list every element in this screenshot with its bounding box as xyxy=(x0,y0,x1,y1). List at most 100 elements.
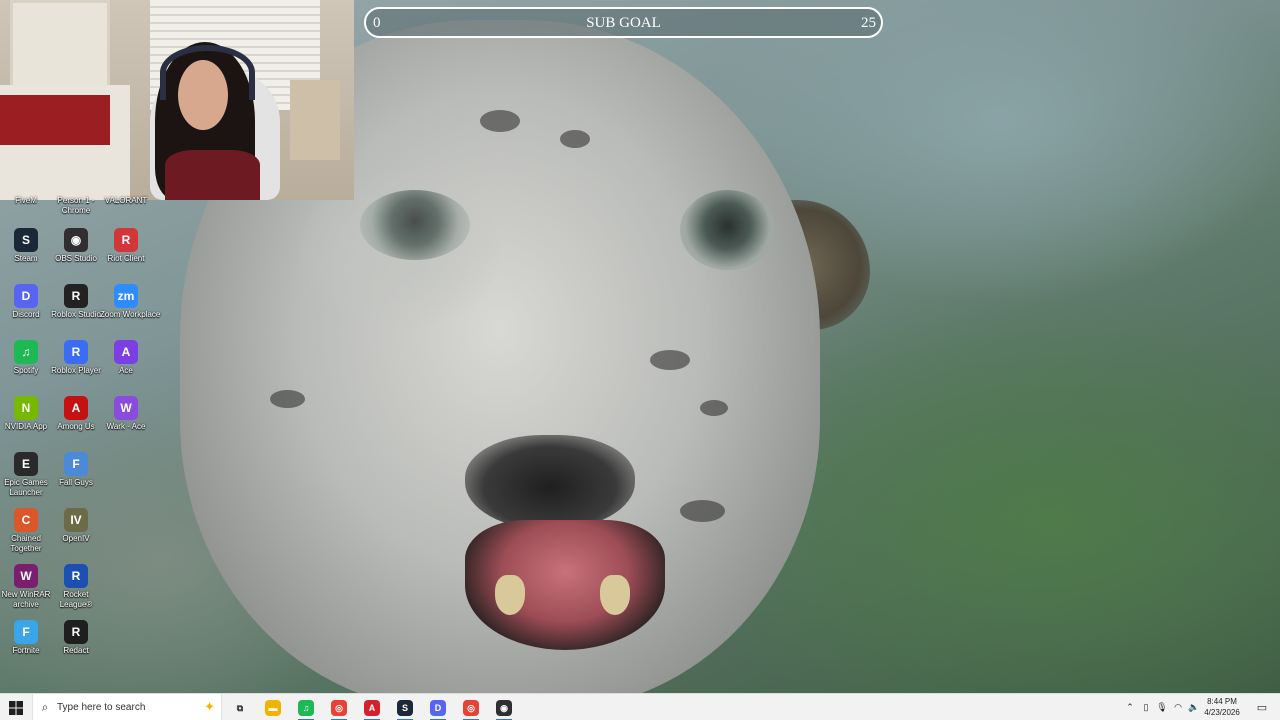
taskbar-app-button[interactable]: ◉ xyxy=(488,694,520,720)
wallpaper-leopard-spot xyxy=(270,390,305,408)
desktop-icon[interactable]: W New WinRAR archive xyxy=(0,564,52,620)
desktop-icon-label-partial[interactable]: VALORANT xyxy=(100,196,152,206)
taskbar-app-button[interactable]: ⧉ xyxy=(224,694,256,720)
taskbar: ⌕ Type here to search ✦ ⧉ ▬ ♫ ◎ A S D ◎ ◉ ⌃ ▯ 🎙 … xyxy=(0,693,1280,720)
taskbar-search-box[interactable]: ⌕ Type here to search ✦ xyxy=(32,694,222,720)
desktop-icon[interactable]: W Wark - Ace xyxy=(100,396,152,452)
desktop-icon[interactable]: R Roblox Studio xyxy=(50,284,102,340)
among-us-icon: A xyxy=(64,396,88,420)
epic-games-icon: E xyxy=(14,452,38,476)
search-placeholder: Type here to search xyxy=(57,702,146,713)
discord-icon: D xyxy=(14,284,38,308)
desktop-icon-label: NVIDIA App xyxy=(4,422,48,431)
taskbar-app-button[interactable]: ◎ xyxy=(323,694,355,720)
chrome-profile-icon: ◎ xyxy=(463,699,479,716)
sub-goal-label: SUB GOAL xyxy=(586,15,661,31)
desktop-icon[interactable]: ♫ Spotify xyxy=(0,340,52,396)
desktop-icon[interactable]: N NVIDIA App xyxy=(0,396,52,452)
redact-icon: R xyxy=(64,620,88,644)
desktop-icon[interactable]: F Fall Guys xyxy=(50,452,102,508)
wallpaper-leopard-spot xyxy=(650,350,690,370)
sub-goal-bar: 0 SUB GOAL 25 xyxy=(364,7,883,38)
desktop-icon-label: Epic Games Launcher xyxy=(4,478,48,497)
desktop-icon-label: New WinRAR archive xyxy=(1,590,51,609)
notification-center-icon[interactable]: ▭ xyxy=(1252,694,1272,720)
start-button[interactable] xyxy=(0,694,32,720)
desktop-icon-label: Among Us xyxy=(57,422,95,431)
nvidia-icon: N xyxy=(14,396,38,420)
search-icon: ⌕ xyxy=(41,700,49,714)
taskbar-app-button[interactable]: A xyxy=(356,694,388,720)
desktop-icon[interactable]: A Ace xyxy=(100,340,152,396)
desktop-icon[interactable]: R Rocket League® xyxy=(50,564,102,620)
desktop-icon-label: Rocket League® xyxy=(59,590,93,609)
desktop-icon-label: Steam xyxy=(14,254,38,263)
wallpaper-leopard-eye-left xyxy=(360,190,470,260)
task-view-icon: ⧉ xyxy=(236,702,244,713)
desktop-icon-label: Zoom Workplace xyxy=(100,310,161,319)
clock-time: 8:44 PM xyxy=(1207,697,1237,706)
desktop-icon-label: Riot Client xyxy=(107,254,145,263)
desktop-icon[interactable]: R Roblox Player xyxy=(50,340,102,396)
desktop-icon[interactable]: A Among Us xyxy=(50,396,102,452)
steam-icon: S xyxy=(397,699,413,716)
fortnite-icon: F xyxy=(14,620,38,644)
wallpaper-leopard-tooth xyxy=(600,575,630,615)
desktop-icon[interactable]: R Redact xyxy=(50,620,102,676)
wallpaper-leopard-spot xyxy=(480,110,520,132)
chrome-icon: ◎ xyxy=(331,699,347,716)
spotify-icon: ♫ xyxy=(14,340,38,364)
wallpaper-leopard-eye-right xyxy=(680,190,775,270)
desktop-icon-label: Fortnite xyxy=(12,646,40,655)
desktop-icon-grid: FiveM Person 1 - Chrome VALORANT S Steam ◉… xyxy=(0,196,161,666)
spotify-icon: ♫ xyxy=(298,699,314,716)
steam-icon: S xyxy=(14,228,38,252)
desktop-icon[interactable]: S Steam xyxy=(0,228,52,284)
riot-icon: R xyxy=(114,228,138,252)
desktop-icon-label: Spotify xyxy=(13,366,39,375)
taskbar-app-button[interactable]: ◎ xyxy=(455,694,487,720)
webcam-streamer-body xyxy=(165,150,260,200)
desktop-icon[interactable]: R Riot Client xyxy=(100,228,152,284)
desktop-icon[interactable]: C Chained Together xyxy=(0,508,52,564)
clock-date: 4/23/2026 xyxy=(1204,708,1240,717)
sub-goal-target: 25 xyxy=(861,15,876,31)
taskbar-app-button[interactable]: ▬ xyxy=(257,694,289,720)
webcam-blanket xyxy=(0,95,110,145)
desktop-icon[interactable]: E Epic Games Launcher xyxy=(0,452,52,508)
desktop-icon-label: Roblox Studio xyxy=(51,310,101,319)
openiv-icon: IV xyxy=(64,508,88,532)
desktop-icon-label: OpenIV xyxy=(62,534,90,543)
desktop-icon-label: Chained Together xyxy=(10,534,42,553)
winrar-icon: W xyxy=(14,564,38,588)
tray-overflow-chevron-icon[interactable]: ⌃ xyxy=(1122,694,1138,720)
tray-microphone-icon[interactable]: 🎙 xyxy=(1154,694,1170,720)
taskbar-app-button[interactable]: ♫ xyxy=(290,694,322,720)
wallpaper-leopard-mouth xyxy=(465,520,665,650)
webcam-window xyxy=(10,0,110,90)
desktop-icon[interactable]: IV OpenIV xyxy=(50,508,102,564)
desktop-icon-label: Wark - Ace xyxy=(106,422,146,431)
roblox-player-icon: R xyxy=(64,340,88,364)
webcam-overlay xyxy=(0,0,354,200)
windows-logo-icon xyxy=(9,700,23,715)
desktop-icon[interactable]: D Discord xyxy=(0,284,52,340)
taskbar-app-button[interactable]: S xyxy=(389,694,421,720)
webcam-cat-tower xyxy=(290,80,340,160)
desktop-icon[interactable]: F Fortnite xyxy=(0,620,52,676)
desktop-icon-label-partial[interactable]: FiveM xyxy=(0,196,52,206)
desktop-icon-label-partial[interactable]: Person 1 - Chrome xyxy=(50,196,102,216)
tray-network-icon[interactable]: ◠ xyxy=(1170,694,1186,720)
desktop-icon-label: Fall Guys xyxy=(59,478,93,487)
desktop-icon[interactable]: zm Zoom Workplace xyxy=(100,284,161,340)
wallpaper-leopard-nose xyxy=(465,435,635,530)
wallpaper-leopard-spot xyxy=(560,130,590,148)
desktop-icon[interactable]: ◉ OBS Studio xyxy=(50,228,102,284)
adobe-icon: A xyxy=(364,699,380,716)
taskbar-clock[interactable]: 8:44 PM 4/23/2026 xyxy=(1198,696,1246,718)
ace-icon: A xyxy=(114,340,138,364)
obs-icon: ◉ xyxy=(496,699,512,716)
tray-device-icon[interactable]: ▯ xyxy=(1138,694,1154,720)
taskbar-app-button[interactable]: D xyxy=(422,694,454,720)
fall-guys-icon: F xyxy=(64,452,88,476)
